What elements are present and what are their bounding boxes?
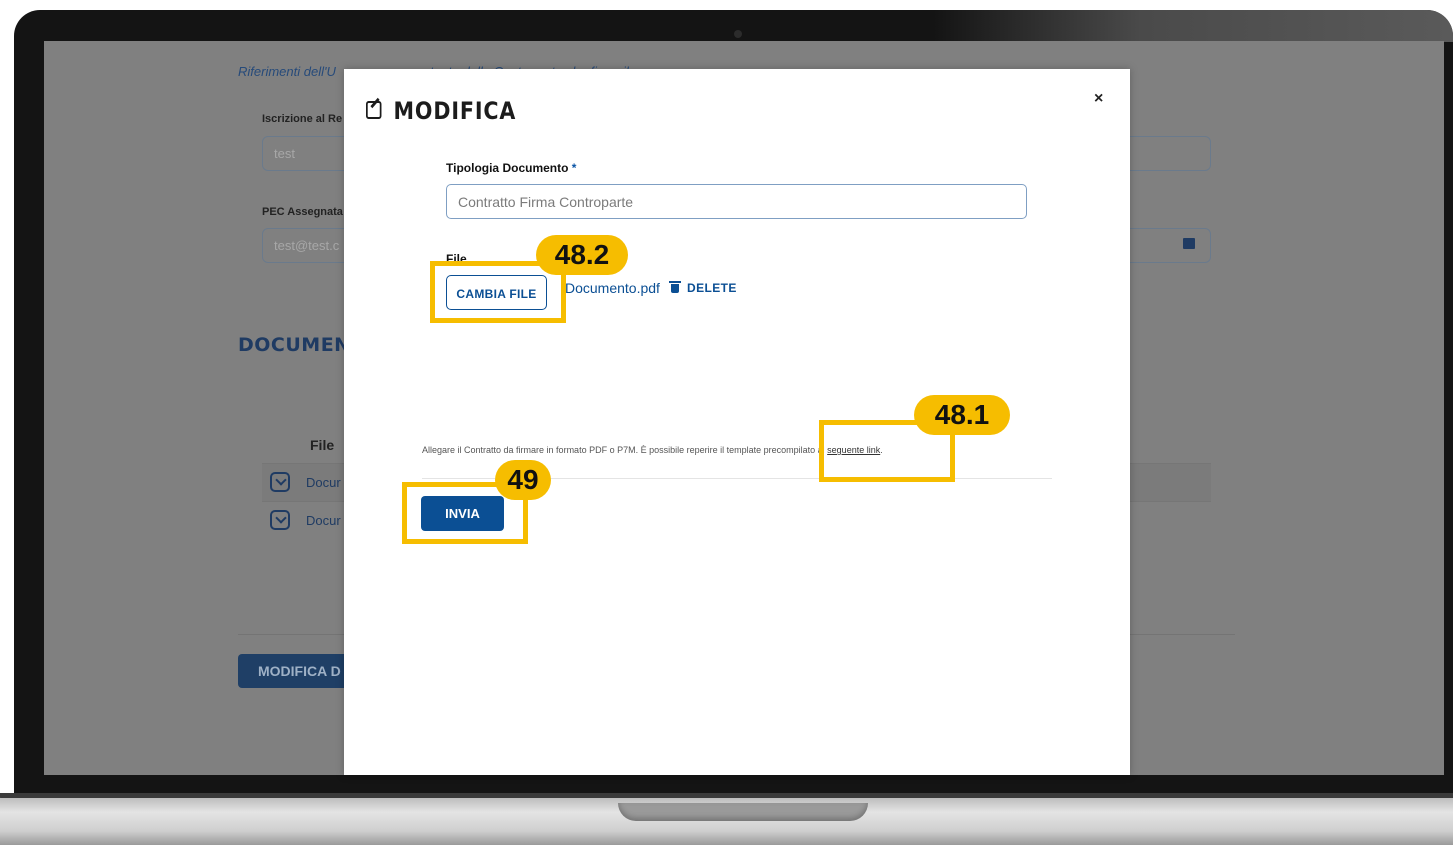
delete-button[interactable]: DELETE <box>687 281 737 295</box>
row-file-name: Docur <box>306 475 341 490</box>
edit-icon <box>366 101 382 119</box>
pec-label: PEC Assegnata <box>262 206 343 218</box>
trash-can <box>671 284 679 293</box>
row-file-name: Docur <box>306 513 341 528</box>
section-caption: Riferimenti dell'U <box>238 64 336 79</box>
hint-text: Allegare il Contratto da firmare in form… <box>422 445 883 455</box>
laptop-mockup: Riferimenti dell'U tente della Contropar… <box>0 0 1453 845</box>
tipologia-label-text: Tipologia Documento <box>446 161 569 175</box>
calendar-icon[interactable] <box>1183 238 1195 249</box>
pec-value: test@test.c <box>274 238 340 253</box>
annotation-badge: 48.2 <box>536 235 628 275</box>
annotation-badge: 49 <box>495 460 551 500</box>
required-mark: * <box>571 161 577 175</box>
bezel-reflection <box>933 10 1453 42</box>
modal-title-text: MODIFICA <box>393 97 517 125</box>
camera-icon <box>734 30 742 38</box>
chevron-down-icon[interactable] <box>270 510 290 530</box>
iscrizione-label: Iscrizione al Re <box>262 113 343 125</box>
close-button[interactable]: × <box>1094 90 1103 108</box>
tipologia-input[interactable]: Contratto Firma Controparte <box>446 184 1027 219</box>
file-name-link[interactable]: Documento.pdf <box>565 280 660 296</box>
table-header-file: File <box>310 437 335 453</box>
trash-lid <box>669 281 681 283</box>
hint-text-body: Allegare il Contratto da firmare in form… <box>422 445 828 455</box>
modal-title: MODIFICA <box>366 97 516 125</box>
tipologia-label: Tipologia Documento * <box>446 161 576 175</box>
laptop-notch <box>618 803 868 821</box>
tipologia-placeholder: Contratto Firma Controparte <box>458 194 634 210</box>
trash-icon[interactable] <box>669 281 681 293</box>
iscrizione-value: test <box>274 146 295 161</box>
chevron-down-icon[interactable] <box>270 472 290 492</box>
annotation-badge: 48.1 <box>914 395 1010 435</box>
